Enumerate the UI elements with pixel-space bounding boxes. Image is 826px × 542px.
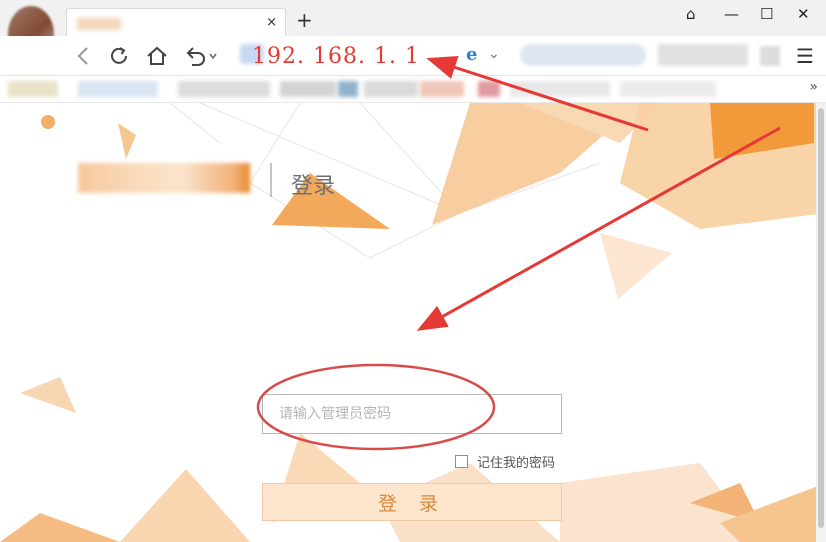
bookmark-item[interactable]: [78, 81, 158, 97]
brand-logo: [78, 163, 250, 193]
login-page: 登录 记住我的密码 登 录: [0, 103, 826, 542]
divider: [270, 163, 272, 197]
bookmark-item[interactable]: [178, 81, 270, 97]
bookmarks-more-icon[interactable]: »: [809, 79, 818, 95]
active-tab[interactable]: ×: [66, 8, 286, 38]
page-title: 登录: [291, 174, 336, 199]
remember-checkbox[interactable]: [455, 455, 468, 468]
bookmark-item[interactable]: [338, 81, 358, 97]
scrollbar-thumb[interactable]: [818, 108, 824, 528]
tab-close-icon[interactable]: ×: [266, 15, 277, 30]
password-input[interactable]: [262, 394, 562, 434]
bookmark-item[interactable]: [620, 81, 716, 97]
extension-area[interactable]: [658, 44, 748, 66]
home-icon[interactable]: [146, 45, 168, 67]
search-box[interactable]: [520, 44, 646, 66]
tab-bar: × + ⌂ — ☐ ✕: [0, 0, 826, 62]
ie-icon[interactable]: e: [466, 44, 477, 65]
chevron-down-icon[interactable]: ⌄: [488, 46, 500, 62]
maximize-button[interactable]: ☐: [760, 6, 773, 22]
bookmark-item[interactable]: [280, 81, 336, 97]
back-icon[interactable]: [76, 46, 90, 66]
bookmark-item[interactable]: [8, 81, 58, 97]
extension-icon[interactable]: [760, 46, 780, 66]
remember-password[interactable]: 记住我的密码: [455, 452, 555, 471]
address-url[interactable]: 192. 168. 1. 1: [252, 44, 420, 69]
tab-title: [77, 18, 121, 30]
minimize-button[interactable]: —: [724, 6, 739, 22]
refresh-icon[interactable]: [108, 45, 130, 67]
shirt-icon[interactable]: ⌂: [686, 6, 696, 22]
bookmark-item[interactable]: [478, 81, 500, 97]
login-button[interactable]: 登 录: [262, 483, 562, 521]
bookmark-item[interactable]: [364, 81, 418, 97]
bookmark-item[interactable]: [420, 81, 464, 97]
menu-icon[interactable]: ☰: [796, 44, 814, 68]
bookmarks-bar: »: [0, 77, 826, 103]
remember-label: 记住我的密码: [477, 456, 556, 471]
bookmark-item[interactable]: [510, 81, 610, 97]
undo-icon[interactable]: [184, 45, 218, 67]
browser-window: × + ⌂ — ☐ ✕ 192. 168. 1. 1 e ⌄ ☰ » 登录 记住…: [0, 0, 826, 542]
new-tab-button[interactable]: +: [296, 10, 313, 30]
close-window-button[interactable]: ✕: [797, 6, 810, 22]
